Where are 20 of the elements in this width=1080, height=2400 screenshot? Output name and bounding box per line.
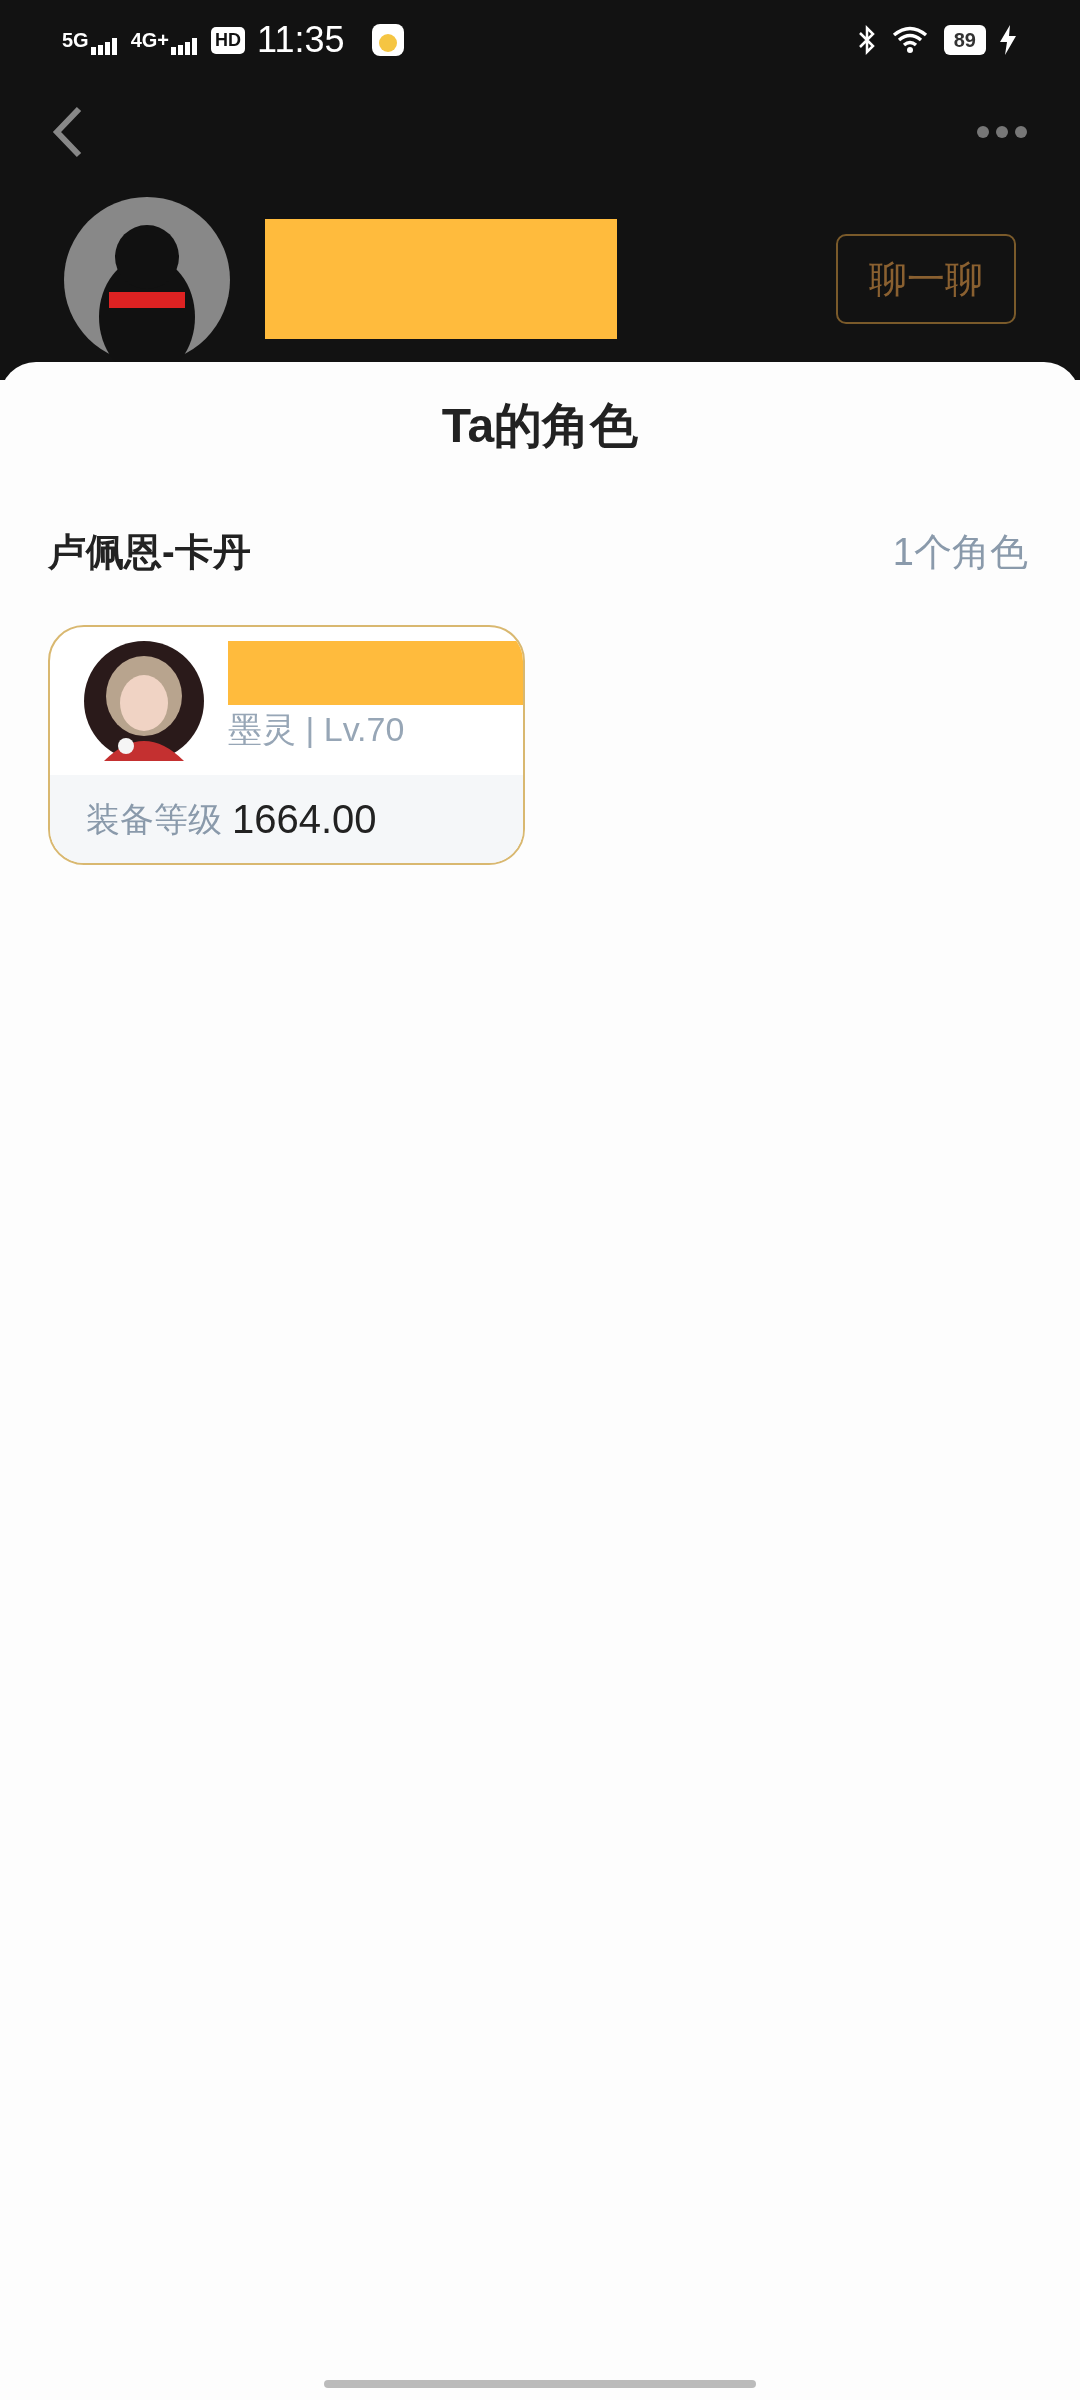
character-count: 1个角色	[892, 530, 1028, 575]
battery-indicator: 89	[943, 25, 986, 55]
signal-icon	[88, 35, 119, 57]
sheet-title: Ta的角色	[441, 398, 639, 454]
bluetooth-icon	[857, 25, 876, 55]
app-notification-icon	[372, 24, 405, 56]
server-name: 卢佩恩-卡丹	[48, 530, 251, 575]
hd-badge: HD	[211, 26, 246, 54]
character-card[interactable]: 墨灵 | Lv.70 装备等级 1664.00	[48, 625, 525, 865]
clock: 11:35	[257, 18, 345, 62]
class-level: 墨灵 | Lv.70	[228, 709, 406, 750]
gear-value: 1664.00	[232, 796, 377, 843]
more-icon[interactable]	[976, 125, 1028, 139]
gear-label: 装备等级	[86, 798, 222, 840]
back-icon[interactable]	[52, 106, 82, 158]
signal-icon	[169, 35, 200, 57]
charging-icon	[998, 24, 1018, 56]
network-indicator: 4G+	[130, 28, 170, 53]
network-indicator: 5G	[62, 28, 89, 53]
wifi-icon	[891, 26, 928, 54]
